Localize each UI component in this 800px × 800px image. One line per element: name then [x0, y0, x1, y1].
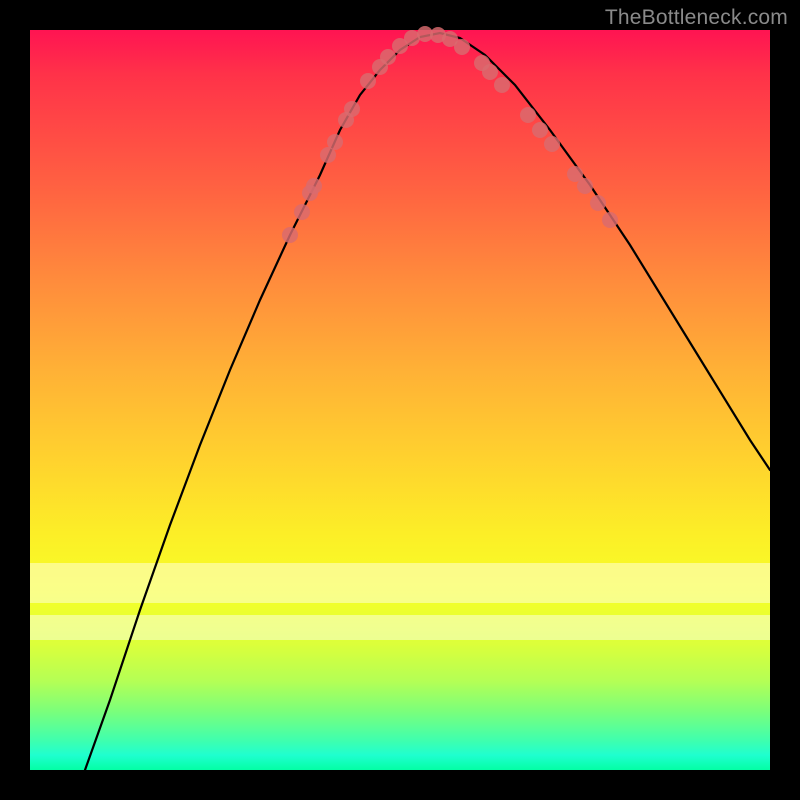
data-point	[577, 178, 593, 194]
bottleneck-curve	[85, 33, 770, 770]
data-point	[294, 204, 310, 220]
curve-layer	[30, 30, 770, 770]
data-point	[494, 77, 510, 93]
data-point	[602, 212, 618, 228]
data-point	[327, 134, 343, 150]
data-point	[482, 64, 498, 80]
data-point	[282, 227, 298, 243]
chart-frame: TheBottleneck.com	[0, 0, 800, 800]
data-point	[520, 107, 536, 123]
data-point-group	[282, 26, 618, 243]
plot-area	[30, 30, 770, 770]
data-point	[360, 73, 376, 89]
watermark-text: TheBottleneck.com	[605, 6, 788, 30]
data-point	[590, 195, 606, 211]
data-point	[532, 122, 548, 138]
data-point	[380, 49, 396, 65]
data-point	[544, 136, 560, 152]
data-point	[306, 178, 322, 194]
data-point	[344, 101, 360, 117]
data-point	[454, 39, 470, 55]
